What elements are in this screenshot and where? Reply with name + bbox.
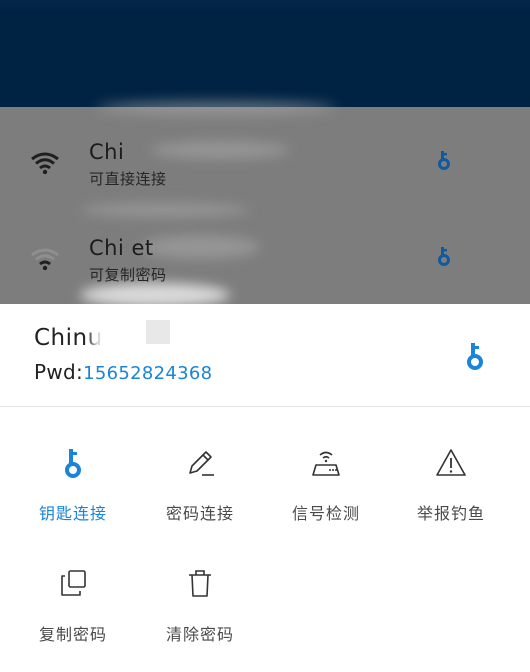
- wifi-detail-sheet: Chinu Pwd:15652824368 钥匙连接 密码连接 信号检测 举报钓…: [0, 304, 530, 672]
- blur-mask: [92, 326, 148, 356]
- password-row: Pwd:15652824368: [34, 360, 212, 384]
- wifi-list-overlay: Chi 可直接连接 Chi et 可复制密码: [0, 101, 530, 307]
- action-label: 清除密码: [165, 625, 234, 644]
- password-value[interactable]: 15652824368: [83, 363, 212, 384]
- action-label: 复制密码: [38, 625, 107, 644]
- action-label: 钥匙连接: [38, 504, 107, 523]
- warning-icon: [436, 449, 466, 476]
- action-label: 密码连接: [165, 504, 234, 523]
- signal-test-button[interactable]: 信号检测: [271, 447, 381, 537]
- wifi-list-item[interactable]: Chi et 可复制密码: [0, 227, 530, 307]
- key-icon[interactable]: [436, 245, 452, 267]
- copy-password-button[interactable]: 复制密码: [18, 568, 128, 658]
- key-icon[interactable]: [436, 149, 452, 171]
- key-icon: [65, 449, 81, 478]
- router-icon: [312, 451, 340, 476]
- report-phishing-button[interactable]: 举报钓鱼: [396, 447, 506, 537]
- wifi-name: Chi et: [89, 236, 154, 260]
- wifi-status: 可直接连接: [89, 170, 167, 188]
- key-connect-button[interactable]: 钥匙连接: [18, 447, 128, 537]
- wifi-status: 可复制密码: [89, 266, 167, 284]
- wifi-icon: [31, 152, 59, 175]
- wifi-app-screen: Chi 可直接连接 Chi et 可复制密码 Chinu Pwd:1565282…: [0, 0, 530, 672]
- clear-password-button[interactable]: 清除密码: [145, 568, 255, 658]
- action-label: 举报钓鱼: [416, 504, 485, 523]
- key-icon[interactable]: [465, 341, 485, 371]
- password-connect-button[interactable]: 密码连接: [145, 447, 255, 537]
- blur-mask: [96, 101, 336, 115]
- trash-icon: [189, 570, 211, 597]
- password-label: Pwd:: [34, 360, 84, 384]
- wifi-list-item[interactable]: Chi 可直接连接: [0, 131, 530, 211]
- wifi-icon: [31, 248, 59, 271]
- wifi-name: Chi: [89, 140, 125, 164]
- copy-icon: [61, 570, 86, 596]
- redaction-box: [146, 320, 170, 344]
- sheet-header: Chinu Pwd:15652824368: [0, 304, 530, 407]
- pencil-icon: [189, 451, 214, 476]
- header-band: [0, 0, 530, 107]
- header-fade: [0, 0, 530, 12]
- action-label: 信号检测: [291, 504, 360, 523]
